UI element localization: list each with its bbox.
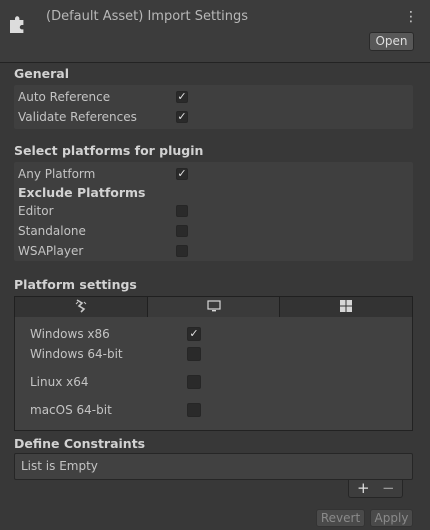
windows-64-label: Windows 64-bit — [30, 347, 123, 361]
any-platform-label: Any Platform — [18, 167, 96, 181]
check-icon: ✓ — [189, 327, 199, 340]
tab-standalone[interactable] — [147, 297, 281, 317]
check-icon: ✓ — [177, 110, 187, 123]
macos-64-checkbox[interactable] — [187, 403, 201, 417]
windows-x86-label: Windows x86 — [30, 327, 110, 341]
define-constraints-title: Define Constraints — [14, 436, 146, 451]
unity-editor-icon — [75, 298, 87, 316]
exclude-standalone-label: Standalone — [18, 224, 86, 238]
check-icon: ✓ — [177, 167, 187, 180]
exclude-editor-label: Editor — [18, 204, 54, 218]
auto-reference-label: Auto Reference — [18, 90, 111, 104]
platforms-section-title: Select platforms for plugin — [14, 143, 204, 158]
general-section-title: General — [14, 66, 69, 81]
validate-references-label: Validate References — [18, 110, 137, 124]
exclude-wsaplayer-checkbox[interactable] — [176, 245, 188, 257]
linux-x64-checkbox[interactable] — [187, 375, 201, 389]
monitor-icon — [206, 299, 221, 315]
exclude-platforms-title: Exclude Platforms — [18, 185, 146, 200]
inspector-title: (Default Asset) Import Settings — [46, 9, 249, 24]
add-icon[interactable]: + — [357, 480, 370, 496]
apply-button[interactable]: Apply — [370, 509, 413, 527]
revert-button[interactable]: Revert — [316, 509, 365, 527]
check-icon: ✓ — [177, 90, 187, 103]
more-options-icon[interactable]: ⋮ — [404, 9, 418, 25]
list-empty-text: List is Empty — [21, 459, 98, 473]
auto-reference-checkbox[interactable]: ✓ — [176, 91, 188, 103]
windows-x86-checkbox[interactable]: ✓ — [187, 327, 201, 341]
macos-64-label: macOS 64-bit — [30, 403, 112, 417]
exclude-wsaplayer-label: WSAPlayer — [18, 244, 84, 258]
exclude-standalone-checkbox[interactable] — [176, 225, 188, 237]
platform-tabs — [14, 296, 413, 318]
remove-icon[interactable]: − — [382, 480, 395, 496]
validate-references-checkbox[interactable]: ✓ — [176, 111, 188, 123]
platform-settings-title: Platform settings — [14, 277, 137, 292]
list-controls: + − — [348, 480, 403, 498]
windows-64-checkbox[interactable] — [187, 347, 201, 361]
linux-x64-label: Linux x64 — [30, 375, 89, 389]
constraints-list: List is Empty — [14, 453, 413, 480]
any-platform-checkbox[interactable]: ✓ — [176, 168, 188, 180]
tab-editor[interactable] — [15, 297, 148, 317]
open-button[interactable]: Open — [369, 32, 414, 51]
exclude-editor-checkbox[interactable] — [176, 205, 188, 217]
windows-logo-icon — [340, 299, 353, 315]
plugin-puzzle-icon — [7, 13, 29, 35]
tab-windows-store[interactable] — [280, 297, 412, 317]
